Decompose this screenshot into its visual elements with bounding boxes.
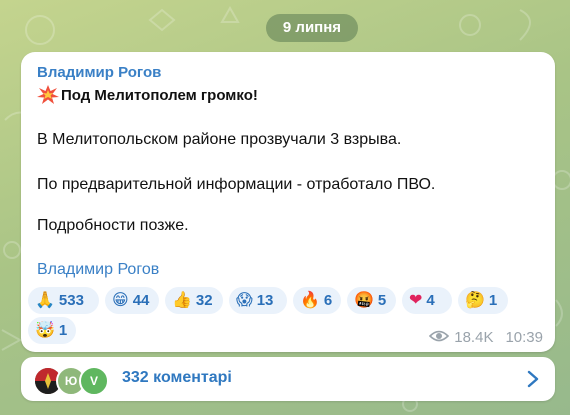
reaction-chip-screaming-face[interactable]: 😱 13: [229, 287, 287, 314]
reaction-count: 1: [488, 292, 498, 309]
message-bubble[interactable]: Владимир Рогов Под Мелитополем громко! В…: [21, 52, 555, 352]
headline-text: Под Мелитополем громко!: [61, 86, 258, 104]
reaction-chip-cursing-face[interactable]: 🤬 5: [347, 287, 396, 314]
reaction-chip-thumbs-up[interactable]: 👍 32: [165, 287, 223, 314]
reaction-count: 4: [426, 292, 435, 309]
post-paragraph: По предварительной информации - отработа…: [37, 176, 436, 193]
view-count: 18.4K: [454, 329, 494, 346]
author-signature-link[interactable]: Владимир Рогов: [37, 261, 159, 279]
collision-icon: [37, 85, 59, 105]
reaction-chip-folded-hands[interactable]: 🙏 533: [28, 287, 99, 314]
reaction-chip-grinning-face[interactable]: 😁 44: [105, 287, 159, 314]
reaction-count: 1: [58, 322, 68, 339]
message-time: 10:39: [505, 329, 543, 346]
reaction-chip-thinking-face[interactable]: 🤔 1: [458, 287, 508, 314]
post-paragraph: В Мелитопольском районе прозвучали 3 взр…: [37, 131, 402, 148]
chevron-right-icon: [527, 370, 539, 393]
comments-count-label: 332 коментарі: [122, 369, 232, 386]
reaction-count: 44: [132, 292, 150, 309]
folded-hands-icon: 🙏: [35, 291, 55, 309]
heart-icon: ❤: [409, 291, 423, 309]
post-paragraph: Подробности позже.: [37, 217, 189, 234]
headline: Под Мелитополем громко!: [37, 85, 258, 105]
grinning-face-icon: 😁: [112, 291, 129, 309]
eye-icon: [429, 329, 450, 346]
screaming-face-icon: 😱: [236, 291, 253, 309]
thinking-face-icon: 🤔: [465, 291, 485, 309]
reaction-count: 533: [58, 292, 84, 309]
reaction-count: 32: [195, 292, 213, 309]
message-meta: 18.4K 10:39: [429, 329, 543, 346]
reaction-chip-heart[interactable]: ❤ 4: [402, 287, 452, 314]
reaction-count: 6: [323, 292, 333, 309]
thumbs-up-icon: 👍: [172, 291, 192, 309]
reaction-count: 13: [256, 292, 274, 309]
commenter-avatar: V: [79, 366, 109, 396]
cursing-face-icon: 🤬: [354, 291, 374, 309]
reaction-chip-exploding-head[interactable]: 🤯 1: [28, 317, 76, 344]
fire-icon: 🔥: [300, 291, 320, 309]
exploding-head-icon: 🤯: [35, 321, 55, 339]
date-separator: 9 липня: [266, 14, 358, 42]
reaction-count: 5: [377, 292, 387, 309]
comments-button[interactable]: Ю V 332 коментарі: [21, 357, 555, 401]
author-name[interactable]: Владимир Рогов: [37, 64, 161, 81]
reaction-chip-fire[interactable]: 🔥 6: [293, 287, 341, 314]
